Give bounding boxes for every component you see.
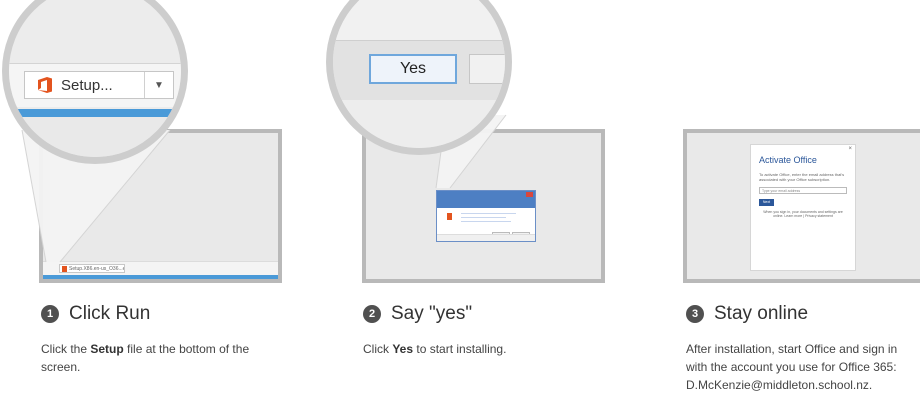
setup-button-label: Setup...	[61, 76, 113, 94]
step-title: Click Run	[69, 303, 151, 324]
step-number-badge: 2	[363, 305, 381, 323]
step-number-badge: 3	[686, 305, 704, 323]
magnified-dialog-top	[333, 0, 505, 40]
yes-button[interactable]: Yes	[369, 54, 457, 84]
card-title: Activate Office	[759, 155, 817, 165]
no-button[interactable]	[469, 54, 505, 84]
magnified-screen-area	[333, 100, 505, 148]
activate-office-card: × Activate Office To activate Office, en…	[750, 144, 856, 271]
step-description: Click Yes to start installing.	[363, 342, 507, 356]
magnifier-circle: Setup... ▼	[2, 0, 188, 164]
office-logo-icon	[37, 76, 53, 94]
step-description: After installation, start Office and sig…	[686, 342, 898, 392]
step-heading: 1 Click Run	[41, 303, 150, 325]
magnifier-circle: Yes	[326, 0, 512, 155]
card-text: To activate Office, enter the email addr…	[759, 172, 845, 182]
step-heading: 2 Say "yes"	[363, 303, 472, 325]
step-title: Say "yes"	[391, 303, 473, 324]
magnified-taskbar	[9, 109, 181, 117]
step3-screen-illustration: × Activate Office To activate Office, en…	[683, 129, 920, 283]
chevron-down-icon[interactable]: ▼	[145, 80, 173, 91]
email-field[interactable]: Type your email address	[759, 187, 847, 194]
step-description: Click the Setup file at the bottom of th…	[41, 342, 250, 374]
step-number-badge: 1	[41, 305, 59, 323]
next-button[interactable]: Next	[759, 199, 774, 206]
setup-button[interactable]: Setup... ▼	[24, 71, 174, 99]
close-icon[interactable]: ×	[848, 146, 852, 152]
step-heading: 3 Stay online	[686, 303, 808, 325]
step-title: Stay online	[714, 303, 809, 324]
magnified-screen-area	[9, 117, 181, 157]
card-footnote: When you sign in, your documents and set…	[763, 210, 843, 218]
